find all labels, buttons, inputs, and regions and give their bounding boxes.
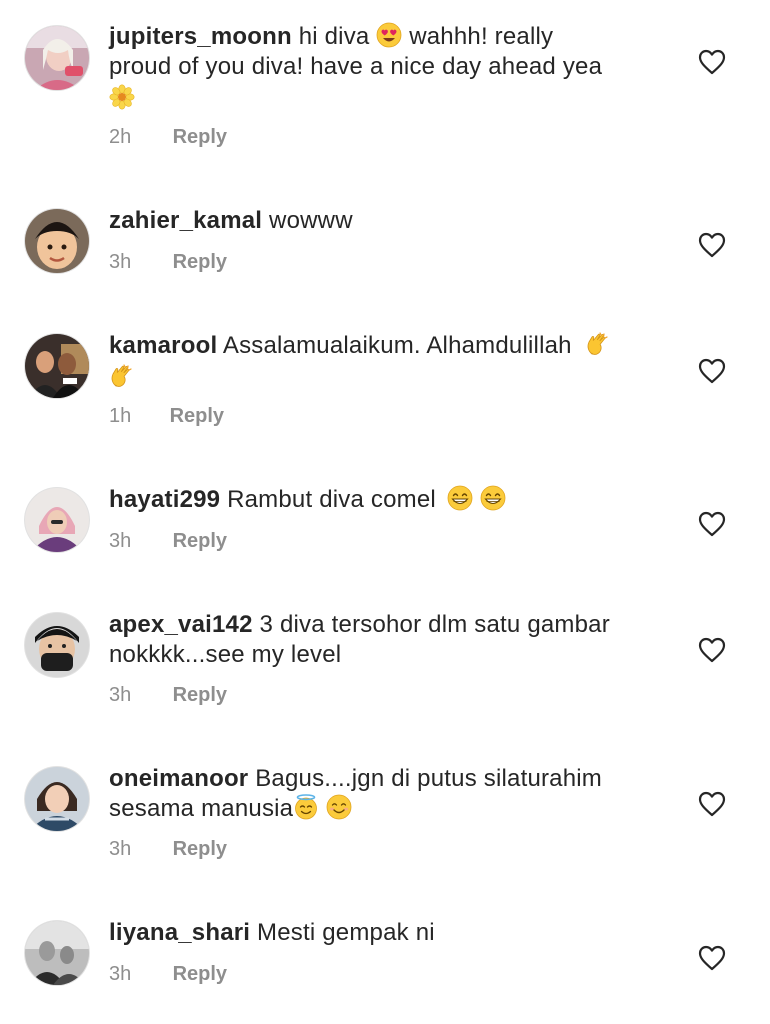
reply-button[interactable]: Reply (173, 838, 227, 860)
reply-button[interactable]: Reply (173, 530, 227, 552)
comment-text: wowww (269, 207, 353, 234)
smiling-face-emoji-icon (326, 794, 352, 820)
heart-icon[interactable] (698, 945, 726, 971)
comment-timestamp: 2h (109, 126, 132, 148)
comment-username[interactable]: zahier_kamal (109, 207, 262, 234)
comment-text: Assalamualaikum. Alhamdulillah (222, 332, 572, 359)
comment-timestamp: 1h (109, 405, 132, 427)
comment-text: proud of you diva! have a nice day ahead… (109, 53, 603, 80)
comment-timestamp: 3h (109, 963, 132, 985)
comment-text: hi diva (298, 23, 370, 50)
avatar[interactable] (25, 26, 89, 90)
comment-text: wahhh! really (409, 23, 554, 50)
comment-username[interactable]: apex_vai142 (109, 611, 253, 638)
comment-username[interactable]: hayati299 (109, 486, 220, 513)
avatar[interactable] (25, 488, 89, 552)
avatar[interactable] (25, 921, 89, 985)
smiling-face-with-halo-emoji-icon (293, 794, 319, 820)
comment-text: sesama manusia (109, 795, 294, 822)
comment-username[interactable]: oneimanoor (109, 765, 248, 792)
heart-icon[interactable] (698, 232, 726, 258)
avatar[interactable] (25, 209, 89, 273)
reply-button[interactable]: Reply (170, 405, 224, 427)
heart-icon[interactable] (698, 49, 726, 75)
comment-username[interactable]: kamarool (109, 332, 217, 359)
avatar[interactable] (25, 334, 89, 398)
comment-timestamp: 3h (109, 251, 132, 273)
blossom-emoji-icon (109, 84, 135, 110)
reply-button[interactable]: Reply (173, 251, 227, 273)
comment-text: nokkkk...see my level (109, 641, 342, 668)
avatar[interactable] (25, 767, 89, 831)
comment-timestamp: 3h (109, 530, 132, 552)
heart-icon[interactable] (698, 791, 726, 817)
comment-timestamp: 3h (109, 684, 132, 706)
heart-eyes-emoji-icon (376, 22, 402, 48)
comment-username[interactable]: jupiters_moonn (109, 23, 292, 50)
comment-text: Rambut diva comel (227, 486, 436, 513)
comment-text: Bagus....jgn di putus silaturahim (255, 765, 603, 792)
reply-button[interactable]: Reply (173, 126, 227, 148)
grinning-face-emoji-icon (447, 485, 473, 511)
reply-button[interactable]: Reply (173, 963, 227, 985)
comment-timestamp: 3h (109, 838, 132, 860)
reply-button[interactable]: Reply (173, 684, 227, 706)
clapping-hands-emoji-icon (585, 331, 611, 357)
grinning-face-emoji-icon (480, 485, 506, 511)
clapping-hands-emoji-icon (109, 363, 135, 389)
avatar[interactable] (25, 613, 89, 677)
heart-icon[interactable] (698, 637, 726, 663)
comment-text: Mesti gempak ni (257, 919, 435, 946)
heart-icon[interactable] (698, 511, 726, 537)
comment-text: 3 diva tersohor dlm satu gambar (259, 611, 610, 638)
heart-icon[interactable] (698, 358, 726, 384)
comment-username[interactable]: liyana_shari (109, 919, 250, 946)
